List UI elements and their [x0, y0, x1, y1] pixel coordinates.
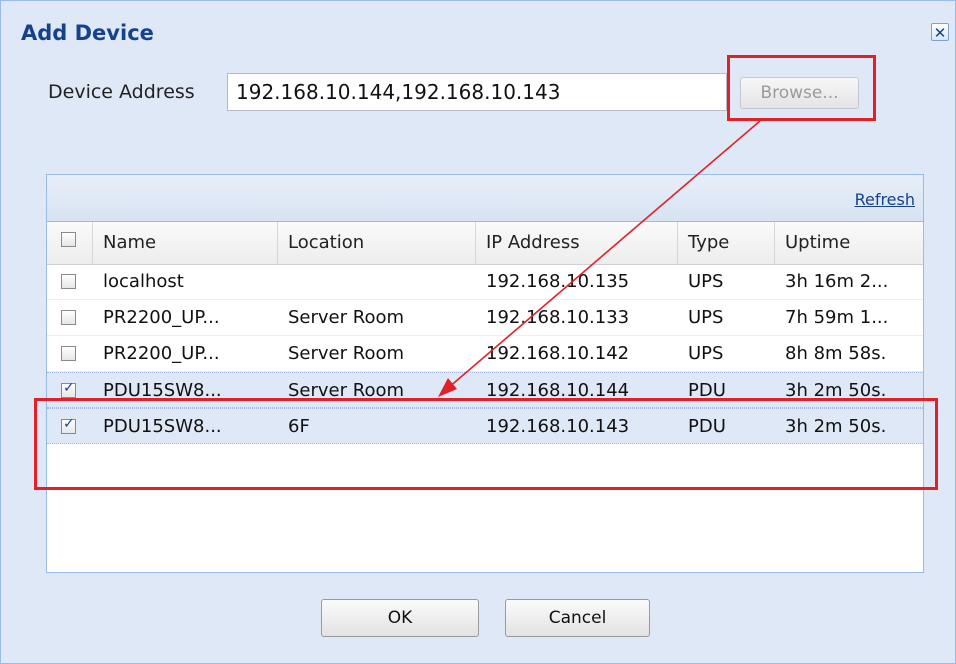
annotation-arrow	[438, 120, 761, 397]
